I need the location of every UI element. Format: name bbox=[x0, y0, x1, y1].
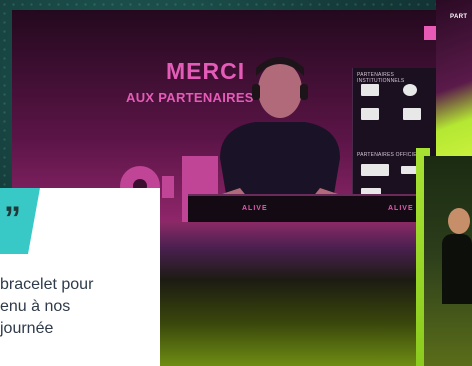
partner-logo bbox=[361, 84, 379, 96]
person-head bbox=[448, 208, 470, 234]
screen-title-officiels: PARTENAIRES OFFICIELS bbox=[357, 152, 424, 158]
dj-figure bbox=[210, 57, 350, 218]
quote-badge: ” bbox=[0, 188, 40, 254]
card-text: bracelet pour enu à nos journée bbox=[0, 274, 158, 340]
secondary-photo-person bbox=[424, 156, 472, 366]
screen-title-institutionnels: PARTENAIRES INSTITUTIONNELS bbox=[357, 72, 405, 84]
person-body bbox=[442, 234, 472, 304]
desk-label: ALIVE bbox=[388, 205, 414, 212]
desk-label: ALIVE bbox=[242, 205, 268, 212]
card-text-line: enu à nos bbox=[0, 298, 71, 315]
text-card: ” bracelet pour enu à nos journée bbox=[0, 188, 160, 366]
card-text-line: journée bbox=[0, 320, 54, 337]
secondary-photo-top: PART bbox=[436, 0, 472, 156]
card-text-line: bracelet pour bbox=[0, 276, 94, 293]
quote-icon: ” bbox=[4, 200, 21, 238]
dj-desk: ALIVE ALIVE bbox=[188, 194, 436, 222]
partner-logo bbox=[361, 164, 389, 176]
pink-accent-bar bbox=[424, 26, 436, 40]
secondary-photo-label: PART bbox=[450, 14, 468, 20]
partner-logo bbox=[403, 108, 421, 120]
partner-logo bbox=[403, 84, 417, 96]
partner-logo bbox=[361, 108, 379, 120]
